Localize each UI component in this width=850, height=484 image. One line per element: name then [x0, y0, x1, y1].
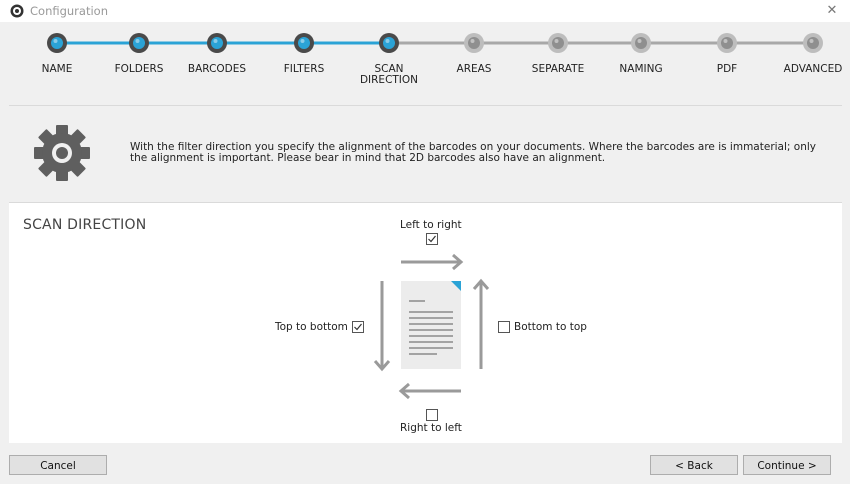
gear-icon — [34, 125, 90, 181]
step-node-8[interactable] — [631, 33, 651, 53]
step-node-4[interactable] — [294, 33, 314, 53]
step-label-7[interactable]: SEPARATE — [515, 64, 601, 75]
checkmark-icon — [428, 235, 436, 243]
step-label-5[interactable]: SCAN DIRECTION — [346, 64, 432, 86]
arrow-right-icon — [401, 253, 464, 271]
back-button[interactable]: < Back — [650, 455, 738, 475]
info-text: With the filter direction you specify th… — [130, 141, 816, 164]
step-label-6[interactable]: AREAS — [431, 64, 517, 75]
step-label-1[interactable]: NAME — [14, 64, 100, 75]
step-node-3[interactable] — [207, 33, 227, 53]
step-node-7[interactable] — [548, 33, 568, 53]
cancel-button[interactable]: Cancel — [9, 455, 107, 475]
step-label-9[interactable]: PDF — [684, 64, 770, 75]
app-gear-icon — [10, 4, 24, 18]
close-button[interactable]: ✕ — [814, 0, 850, 22]
top-to-bottom-checkbox[interactable] — [352, 321, 364, 333]
arrow-left-icon — [398, 382, 461, 400]
step-label-4[interactable]: FILTERS — [261, 64, 347, 75]
document-icon — [401, 281, 461, 369]
step-label-10[interactable]: ADVANCED — [770, 64, 850, 75]
left-to-right-checkbox[interactable] — [426, 233, 438, 245]
bottom-to-top-label: Bottom to top — [514, 321, 587, 333]
step-node-6[interactable] — [464, 33, 484, 53]
arrow-down-icon — [373, 281, 391, 372]
step-node-10[interactable] — [803, 33, 823, 53]
arrow-up-icon — [472, 278, 490, 369]
continue-button[interactable]: Continue > — [743, 455, 831, 475]
right-to-left-checkbox[interactable] — [426, 409, 438, 421]
step-node-9[interactable] — [717, 33, 737, 53]
step-label-3[interactable]: BARCODES — [174, 64, 260, 75]
step-node-5[interactable] — [379, 33, 399, 53]
scan-direction-panel: SCAN DIRECTION Left to right Top to bott… — [9, 202, 842, 443]
top-to-bottom-label: Top to bottom — [275, 321, 348, 333]
left-to-right-label: Left to right — [400, 219, 462, 231]
step-node-2[interactable] — [129, 33, 149, 53]
right-to-left-label: Right to left — [400, 422, 462, 434]
wizard-steps: NAME FOLDERS BARCODES FILTERS SCAN DIRECTION… — [0, 22, 850, 105]
title-bar: Configuration ✕ — [0, 0, 850, 22]
step-label-8[interactable]: NAMING — [598, 64, 684, 75]
step-node-1[interactable] — [47, 33, 67, 53]
checkmark-icon — [354, 323, 362, 331]
close-icon: ✕ — [826, 3, 838, 18]
info-banner: With the filter direction you specify th… — [9, 106, 842, 202]
step-label-2[interactable]: FOLDERS — [96, 64, 182, 75]
bottom-to-top-checkbox[interactable] — [498, 321, 510, 333]
window-title: Configuration — [30, 4, 108, 18]
wizard-progress-track — [47, 33, 823, 53]
